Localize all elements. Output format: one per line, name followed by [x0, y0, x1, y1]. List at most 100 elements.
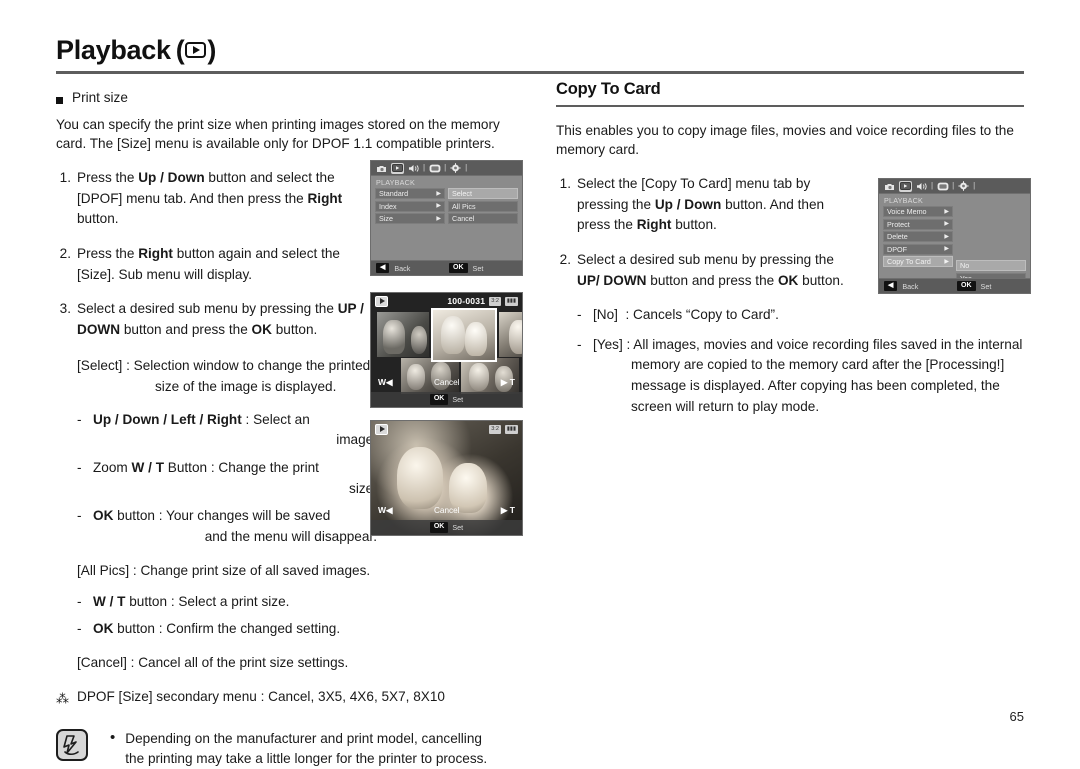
lcd-menu-area: Voice Memo ▶ Protect ▶ Delete ▶ DPOF ▶ C… — [879, 206, 1030, 284]
submenu-item-label: No — [960, 261, 970, 270]
play-icon — [185, 42, 207, 59]
chevron-right-icon: ▶ — [436, 203, 441, 209]
photo-top-bar: 3:2 ▮▮▮ — [371, 421, 522, 437]
submenu-item-cancel[interactable]: Cancel — [448, 213, 518, 224]
play-icon — [391, 162, 404, 174]
back-key-icon[interactable]: ◀ — [376, 262, 390, 274]
chevron-right-icon: ▶ — [944, 246, 949, 252]
dash-yes-option: - [Yes] : All images, movies and voice r… — [577, 335, 1024, 418]
step-1: 1. Press the Up / Down button and select… — [56, 168, 376, 230]
step-1-text: Press the Up / Down button and select th… — [77, 169, 343, 227]
note-bullet-icon: • — [110, 728, 116, 746]
dash-wt-button-text: W / T button : Select a print size. — [93, 594, 290, 610]
ok-key-icon[interactable]: OK — [957, 280, 976, 292]
menu-item-dpof[interactable]: DPOF ▶ — [883, 243, 953, 255]
chevron-right-icon: ▶ — [436, 190, 441, 197]
thumb-top-bar: 100-0031 3:2 ▮▮▮ — [371, 293, 522, 309]
step-3-text: Select a desired sub menu by pressing th… — [77, 301, 364, 337]
set-label: Set — [980, 281, 992, 291]
cancel-label[interactable]: Cancel — [393, 506, 501, 515]
photo-zoom-controls: W◀ Cancel ▶ T — [371, 502, 522, 519]
zoom-wide-label[interactable]: W◀ — [378, 377, 393, 388]
sound-icon — [915, 181, 928, 192]
copy-step-2: 2. Select a desired sub menu by pressing… — [556, 250, 856, 291]
back-key-icon[interactable]: ◀ — [884, 280, 898, 292]
chevron-right-icon: ▶ — [944, 233, 949, 240]
display-icon — [936, 181, 949, 192]
chevron-right-icon: ▶ — [436, 215, 441, 222]
cancel-label[interactable]: Cancel — [393, 378, 501, 387]
icon-separator: | — [444, 163, 447, 172]
thumb-bottom-bar: OK Set — [371, 392, 522, 407]
play-icon — [375, 295, 388, 307]
submenu-item-all-pics[interactable]: All Pics — [448, 200, 518, 212]
zoom-tele-label[interactable]: ▶ T — [501, 505, 515, 516]
lcd-menu-area: Standard ▶ Index ▶ Size ▶ Select All Pic… — [371, 188, 522, 224]
camera-icon — [375, 163, 388, 174]
dash-ok-save-text: OK button : Your changes will be saved a… — [93, 508, 377, 545]
dash-marker: - — [77, 621, 82, 637]
lcd-menu-column: Standard ▶ Index ▶ Size ▶ — [375, 188, 445, 224]
dash-zoom-wt: - Zoom W / T Button : Change the print s… — [77, 458, 377, 499]
icon-separator: | — [931, 181, 934, 190]
page-number: 65 — [1009, 709, 1024, 724]
thumbnail-2-selected[interactable] — [431, 308, 497, 362]
zoom-wide-label[interactable]: W◀ — [378, 505, 393, 516]
menu-item-voice-memo[interactable]: Voice Memo ▶ — [883, 206, 953, 217]
step-2: 2. Press the Right button again and sele… — [56, 244, 376, 285]
dash-yes-option-text: [Yes] : All images, movies and voice rec… — [593, 336, 1023, 414]
copy-step-1-number: 1. — [559, 175, 571, 191]
dash-ok-confirm: - OK button : Confirm the changed settin… — [77, 619, 387, 640]
lcd-mode-label: PLAYBACK — [884, 196, 924, 205]
set-label: Set — [452, 523, 464, 532]
copy-step-2-number: 2. — [559, 251, 571, 267]
dash-ok-save: - OK button : Your changes will be saved… — [77, 506, 377, 547]
set-label: Set — [452, 395, 464, 404]
menu-item-delete[interactable]: Delete ▶ — [883, 231, 953, 242]
print-size-intro: You can specify the print size when prin… — [56, 117, 500, 152]
icon-separator: | — [465, 163, 468, 172]
page-title-text: Playback — [56, 35, 171, 65]
submenu-item-select[interactable]: Select — [448, 188, 518, 199]
manual-page: Playback ( ) Print size You can specify … — [0, 0, 1080, 766]
aspect-badge: 3:2 — [489, 424, 501, 434]
dash-marker: - — [77, 594, 82, 610]
print-size-heading: Print size — [56, 90, 526, 105]
dash-ok-confirm-text: OK button : Confirm the changed setting. — [93, 621, 341, 637]
chevron-right-icon: ▶ — [944, 221, 949, 227]
menu-item-standard[interactable]: Standard ▶ — [375, 188, 445, 199]
setup-icon — [449, 163, 462, 174]
submenu-item-label: All Pics — [452, 201, 476, 211]
chevron-right-icon: ▶ — [944, 208, 949, 215]
thumbnail-3[interactable] — [499, 312, 522, 357]
menu-item-copy-to-card[interactable]: Copy To Card ▶ — [883, 256, 953, 267]
section-title-copy-to-card: Copy To Card — [556, 80, 661, 98]
menu-item-size[interactable]: Size ▶ — [375, 213, 445, 224]
icon-separator: | — [973, 181, 976, 190]
thumbnail-strip — [377, 308, 522, 394]
ok-key-icon[interactable]: OK — [429, 522, 449, 533]
section-divider — [556, 105, 1024, 107]
square-bullet-icon — [56, 97, 63, 104]
allpics-dash-list: - W / T button : Select a print size. - … — [77, 592, 387, 639]
header-divider — [56, 71, 1024, 74]
submenu-item-no[interactable]: No — [956, 260, 1026, 271]
zoom-tele-label[interactable]: ▶ T — [501, 377, 515, 388]
ok-key-icon[interactable]: OK — [429, 394, 449, 405]
chevron-right-icon: ▶ — [944, 258, 949, 265]
menu-item-label: Voice Memo — [887, 207, 927, 216]
ok-key-icon[interactable]: OK — [449, 262, 468, 274]
menu-item-label: Protect — [887, 219, 910, 229]
menu-item-protect[interactable]: Protect ▶ — [883, 218, 953, 230]
copy-dash-list: - [No] : Cancels “Copy to Card”. - [Yes]… — [577, 305, 1024, 417]
close-paren: ) — [207, 35, 217, 65]
icon-separator: | — [423, 163, 426, 172]
cancel-description: [Cancel] : Cancel all of the print size … — [77, 654, 349, 670]
photo-face-1 — [397, 447, 443, 509]
lcd-icon-bar: | | | — [371, 161, 522, 176]
menu-item-label: Standard — [379, 189, 409, 198]
step-3-number: 3. — [59, 301, 71, 317]
thumbnail-1[interactable] — [377, 312, 429, 357]
dash-no-option: - [No] : Cancels “Copy to Card”. — [577, 305, 1024, 326]
menu-item-index[interactable]: Index ▶ — [375, 200, 445, 212]
